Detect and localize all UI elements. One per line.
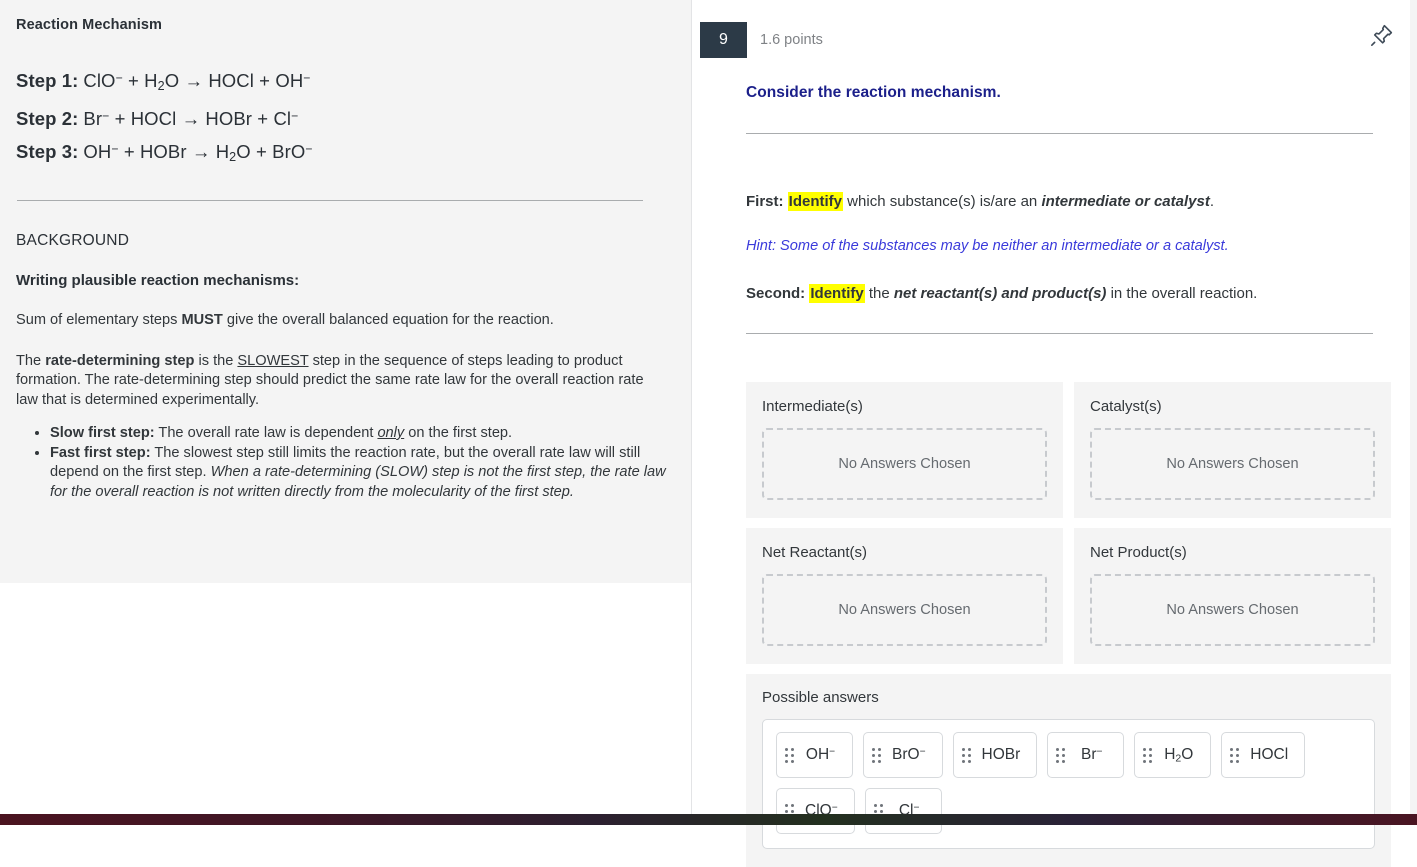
answer-zones-grid: Intermediate(s) No Answers Chosen Cataly… [746,382,1391,664]
question-number-badge: 9 [700,22,747,58]
question-column: 9 1.6 points Consider the reaction mecha… [691,0,1417,867]
answer-tile-hocl[interactable]: HOCl [1221,732,1306,778]
page-root: Reaction Mechanism Step 1: ClO− + H2O → H… [0,0,1417,867]
zone-card-net-reactants: Net Reactant(s) No Answers Chosen [746,528,1063,664]
step-label: Step 2: [16,108,79,130]
scrollbar-gutter[interactable] [1410,0,1417,814]
drag-handle-icon[interactable] [785,747,794,763]
answer-tile-label: HOCl [1250,746,1289,763]
answer-tile-cl-minus[interactable]: Cl− [864,788,942,834]
answer-tile-label: HOBr [981,746,1021,763]
answer-tile-bro-minus[interactable]: BrO− [863,732,943,778]
answer-tile-oh-minus[interactable]: OH− [776,732,853,778]
reaction-step: Step 2: Br− + HOCl → HOBr + Cl− [16,101,669,134]
zone-card-catalysts: Catalyst(s) No Answers Chosen [1074,382,1391,518]
drag-handle-icon[interactable] [1056,747,1066,763]
dropzone-placeholder: No Answers Chosen [838,602,971,618]
reaction-step: Step 1: ClO− + H2O → HOCl + OH− [16,63,669,101]
possible-answers-label: Possible answers [762,689,879,706]
dropzone-catalysts[interactable]: No Answers Chosen [1090,428,1375,500]
instruction-first: First: Identify which substance(s) is/ar… [746,192,1215,211]
dropzone-placeholder: No Answers Chosen [1166,456,1299,472]
left-column: Reaction Mechanism Step 1: ClO− + H2O → H… [0,0,691,825]
question-divider-top [746,133,1373,134]
list-item: Fast first step: The slowest step still … [50,444,669,502]
dropzone-net-products[interactable]: No Answers Chosen [1090,574,1375,646]
question-header: 9 1.6 points [692,0,1417,62]
pushpin-icon[interactable] [1369,22,1395,48]
drag-handle-icon[interactable] [961,747,971,763]
answer-tile-label: OH− [805,746,836,763]
dropzone-placeholder: No Answers Chosen [838,456,971,472]
zone-card-net-products: Net Product(s) No Answers Chosen [1074,528,1391,664]
dropzone-net-reactants[interactable]: No Answers Chosen [762,574,1047,646]
zone-card-intermediates: Intermediate(s) No Answers Chosen [746,382,1063,518]
answer-tile-br-minus[interactable]: Br− [1047,732,1125,778]
page-title: Reaction Mechanism [16,17,163,33]
question-body: Consider the reaction mechanism. First: … [692,84,1417,867]
background-subheading: Writing plausible reaction mechanisms: [16,271,300,289]
answer-tile-label: BrO− [892,746,926,763]
hint-text: Hint: Some of the substances may be neit… [746,237,1229,254]
zone-label: Intermediate(s) [762,398,863,415]
instruction-second: Second: Identify the net reactant(s) and… [746,283,1258,303]
dropzone-intermediates[interactable]: No Answers Chosen [762,428,1047,500]
possible-answers-card: Possible answers OH− BrO− HOBr Br− H2O HOCl Cl… [746,674,1391,867]
list-item: Slow first step: The overall rate law is… [50,424,669,443]
question-points: 1.6 points [760,32,823,48]
question-divider-bottom [746,333,1373,334]
answer-tile-clo-minus[interactable]: ClO− [776,788,855,834]
question-title: Consider the reaction mechanism. [746,84,1001,101]
answer-tile-label: Br− [1081,746,1103,763]
step-label: Step 1: [16,70,79,92]
answer-tile-label: H2O [1164,745,1194,765]
step-label: Step 3: [16,141,79,163]
zone-label: Net Reactant(s) [762,544,868,561]
step-equation: Br− + HOCl → HOBr + Cl− [83,108,299,130]
background-paragraph: Sum of elementary steps MUST give the ov… [16,311,554,328]
answer-tile-hobr[interactable]: HOBr [952,732,1038,778]
step-equation: ClO− + H2O → HOCl + OH− [83,70,311,93]
drag-handle-icon[interactable] [1143,747,1153,763]
bottom-status-bar [0,814,1417,825]
reaction-mechanism-panel: Reaction Mechanism Step 1: ClO− + H2O → H… [0,0,691,583]
step-equation: OH− + HOBr → H2O + BrO− [83,141,313,164]
dropzone-placeholder: No Answers Chosen [1166,602,1299,618]
background-paragraph: The rate-determining step is the SLOWEST… [16,353,644,408]
zone-label: Catalyst(s) [1090,398,1162,415]
answer-tile-h2o[interactable]: H2O [1134,732,1212,778]
drag-handle-icon[interactable] [872,747,881,763]
section-divider [17,199,643,201]
zone-label: Net Product(s) [1090,544,1187,561]
drag-handle-icon[interactable] [1230,747,1240,763]
reaction-step: Step 3: OH− + HOBr → H2O + BrO− [16,134,669,172]
reaction-steps-list: Step 1: ClO− + H2O → HOCl + OH− Step 2: Br… [16,63,669,172]
background-bullet-list: Slow first step: The overall rate law is… [16,424,669,502]
possible-answers-tray: OH− BrO− HOBr Br− H2O HOCl ClO− Cl− [762,719,1375,849]
background-heading: BACKGROUND [16,231,130,249]
